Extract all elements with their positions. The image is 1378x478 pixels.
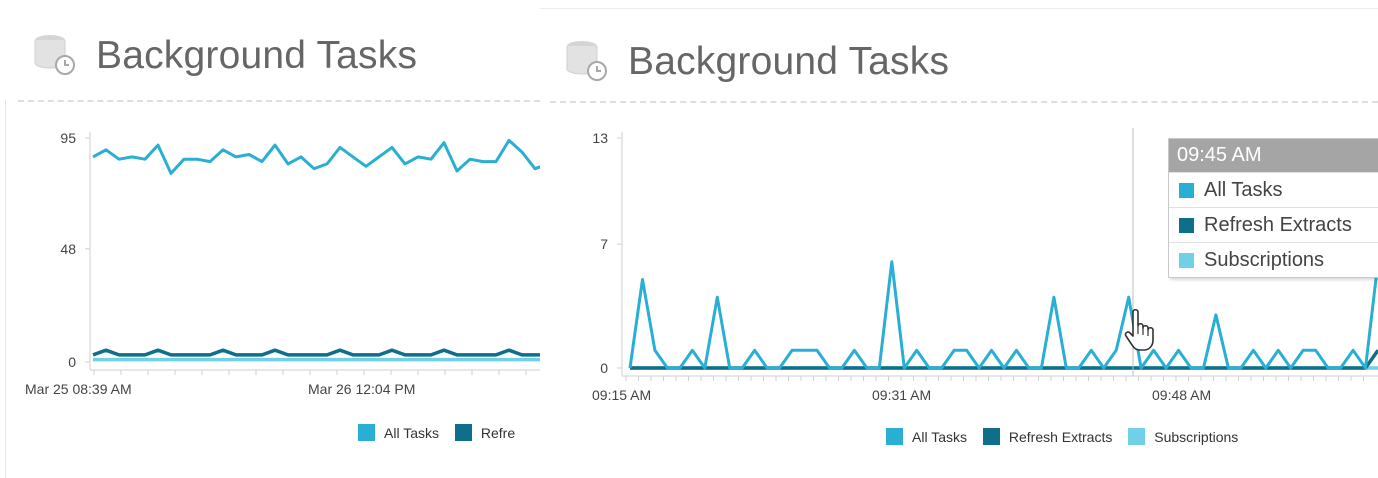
legend-item-all-tasks[interactable]: All Tasks [358,424,439,441]
line-series-refresh-extracts [92,348,540,357]
x-tick-label: 09:31 AM [872,387,931,403]
background-tasks-panel-left: Background Tasks 95 48 0 Mar 25 08:39 AM Mar… [0,0,540,478]
legend-label: All Tasks [912,428,967,445]
y-tick-label: 7 [600,236,608,252]
tooltip-swatch [1179,252,1194,268]
tasks-line-chart-left: 95 48 0 Mar 25 08:39 AM Mar 26 12:04 PM [25,130,540,397]
tooltip-label: Subscriptions [1204,248,1325,271]
legend-swatch [1128,428,1146,445]
y-tick-label: 0 [600,360,608,376]
chart-legend: All Tasks Refre [358,424,527,444]
legend-label: All Tasks [384,424,439,441]
x-tick-label: 09:48 AM [1152,387,1211,403]
legend-swatch [454,424,472,441]
tooltip-label: Refresh Extracts [1204,213,1352,236]
tooltip-row-refresh-extracts: Refresh Extracts [1169,207,1378,242]
tooltip-swatch [1179,217,1194,233]
tooltip-label: All Tasks [1204,178,1283,201]
legend-item-refresh-extracts[interactable]: Refre [454,424,516,441]
y-tick-label: 13 [592,130,608,146]
tooltip-swatch [1179,182,1194,198]
x-tick-label: Mar 25 08:39 AM [25,381,132,397]
tooltip-row-subscriptions: Subscriptions [1169,242,1378,277]
legend-label: Subscriptions [1154,428,1239,445]
tooltip-row-all-tasks: All Tasks [1169,172,1378,207]
line-series-all-tasks [92,138,540,175]
legend-item-all-tasks[interactable]: All Tasks [886,428,967,445]
line-series-refresh-extracts [630,349,1378,370]
background-tasks-panel-right: Background Tasks 13 7 0 09:15 AM 09:31 AM 09:… [540,0,1378,478]
tooltip-time: 09:45 AM [1169,139,1378,172]
x-tick-label: Mar 26 12:04 PM [308,381,415,397]
legend-item-refresh-extracts[interactable]: Refresh Extracts [982,428,1113,445]
legend-label: Refre [480,424,516,441]
y-tick-label: 95 [60,130,76,146]
legend-swatch [358,424,375,441]
legend-label: Refresh Extracts [1008,428,1113,445]
legend-item-subscriptions[interactable]: Subscriptions [1128,428,1238,445]
legend-swatch [982,428,1000,445]
y-tick-label: 0 [68,354,76,370]
chart-tooltip: 09:45 AM All Tasks Refresh Extracts Subs… [1168,138,1378,278]
y-tick-label: 48 [60,241,76,257]
hand-cursor-icon [1124,308,1154,351]
legend-swatch [886,428,903,445]
chart-legend: All Tasks Refresh Extracts Subscriptions [886,428,1250,448]
x-tick-label: 09:15 AM [592,387,651,403]
